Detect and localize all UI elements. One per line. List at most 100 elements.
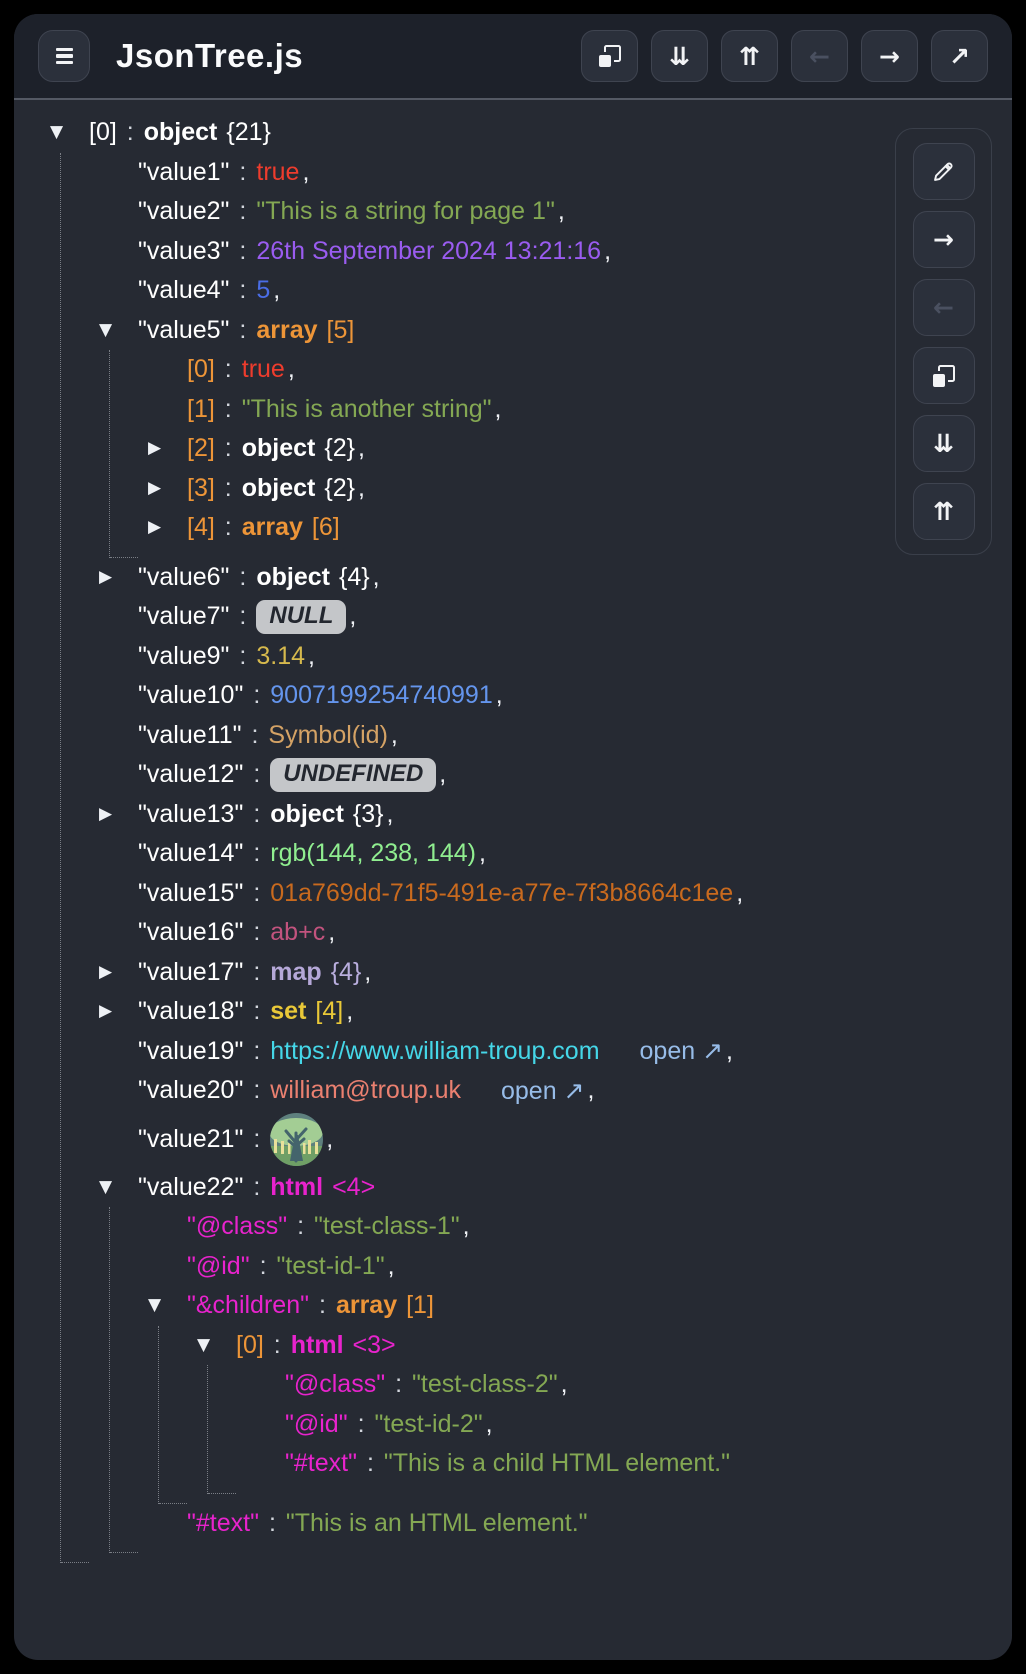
open-in-new-button[interactable]: ↗ <box>931 30 988 82</box>
comma-separator: , <box>364 958 371 987</box>
tree-value: [5] <box>327 316 355 345</box>
collapse-toggle-icon[interactable]: ▼ <box>197 1337 210 1354</box>
tree-node: "value16":ab+c, <box>99 913 1012 953</box>
tree-value: {4} <box>339 563 370 592</box>
forest-image-thumbnail[interactable] <box>270 1113 323 1166</box>
expand-toggle-icon[interactable]: ▶ <box>99 806 112 823</box>
comma-separator: , <box>479 839 486 868</box>
previous-page-button[interactable]: ← <box>913 279 975 336</box>
colon-separator: : <box>319 1291 326 1320</box>
open-email-link[interactable]: open ↗ <box>501 1076 585 1106</box>
tree-key: "value2" <box>138 197 229 226</box>
tree-row: ▶"value17":map{4}, <box>99 953 1012 993</box>
copy-button[interactable] <box>913 347 975 404</box>
collapse-all-button[interactable]: ⇊ <box>651 30 708 82</box>
tree-key: "value6" <box>138 563 229 592</box>
comma-separator: , <box>495 395 502 424</box>
tree-value: [1] <box>406 1291 434 1320</box>
tree-value: {2} <box>324 474 355 503</box>
back-button[interactable]: ← <box>791 30 848 82</box>
collapse-all-button[interactable]: ⇊ <box>913 415 975 472</box>
tree-value: 5 <box>256 276 270 305</box>
toggle-slot: ▼ <box>148 1297 187 1314</box>
tree-value: NULL <box>256 600 346 634</box>
app-window: JsonTree.js ⇊⇈←→↗ ▼[0]:object{21}"value1… <box>14 14 1012 1660</box>
tree-node: ▼[0]:object{21}"value1":true,"value2":"T… <box>50 113 1012 1563</box>
comma-separator: , <box>358 474 365 503</box>
tree-key: [0] <box>187 355 215 384</box>
expand-toggle-icon[interactable]: ▶ <box>99 964 112 981</box>
pencil-icon <box>930 158 957 185</box>
tree-key: [3] <box>187 474 215 503</box>
colon-separator: : <box>395 1370 402 1399</box>
tree-row: "@class":"test-class-1", <box>148 1207 1012 1247</box>
tree-row: "@id":"test-id-1", <box>148 1247 1012 1287</box>
tree-node: "value1":true, <box>99 153 1012 193</box>
tree-value: object <box>242 434 316 463</box>
tree-key: "value22" <box>138 1173 243 1202</box>
tree-children: "value1":true,"value2":"This is a string… <box>60 153 1012 1564</box>
tree-row: "value20":william@troup.ukopen ↗, <box>99 1071 1012 1111</box>
collapse-toggle-icon[interactable]: ▼ <box>99 322 112 339</box>
menu-button[interactable] <box>38 30 90 82</box>
tree-key: "@class" <box>187 1212 287 1241</box>
tree-row: "value21":, <box>99 1111 1012 1168</box>
tree-value: "This is an HTML element." <box>286 1509 588 1538</box>
expand-all-button[interactable]: ⇈ <box>721 30 778 82</box>
tree-key: "value3" <box>138 237 229 266</box>
tree-children: "@class":"test-class-2","@id":"test-id-2… <box>207 1365 1012 1494</box>
tree-key: "value5" <box>138 316 229 345</box>
expand-toggle-icon[interactable]: ▶ <box>148 440 161 457</box>
tree-value: {4} <box>331 958 362 987</box>
tree-value: array <box>336 1291 397 1320</box>
collapse-toggle-icon[interactable]: ▼ <box>99 1179 112 1196</box>
tree-key: [0] <box>89 118 117 147</box>
expand-toggle-icon[interactable]: ▶ <box>148 519 161 536</box>
colon-separator: : <box>253 800 260 829</box>
edit-button[interactable] <box>913 143 975 200</box>
tree-key: "value13" <box>138 800 243 829</box>
tree-node: "#text":"This is an HTML element." <box>148 1504 1012 1544</box>
comma-separator: , <box>486 1410 493 1439</box>
expand-toggle-icon[interactable]: ▶ <box>99 569 112 586</box>
tree-key: "value4" <box>138 276 229 305</box>
colon-separator: : <box>225 434 232 463</box>
tree-node: "value11":Symbol(id), <box>99 716 1012 756</box>
tree-value: william@troup.uk <box>270 1076 461 1105</box>
tree-node: ▶"value18":set[4], <box>99 992 1012 1032</box>
copy-icon <box>599 45 621 67</box>
toggle-slot: ▼ <box>197 1337 236 1354</box>
colon-separator: : <box>253 997 260 1026</box>
expand-all-button[interactable]: ⇈ <box>913 483 975 540</box>
tree-key: "@class" <box>285 1370 385 1399</box>
colon-separator: : <box>253 760 260 789</box>
toggle-slot: ▼ <box>99 322 138 339</box>
colon-separator: : <box>253 839 260 868</box>
tree-node: ▼[0]:html<3>"@class":"test-class-2","@id… <box>197 1326 1012 1494</box>
tree-key: "value16" <box>138 918 243 947</box>
tree-node: "value15":01a769dd-71f5-491e-a77e-7f3b86… <box>99 874 1012 914</box>
comma-separator: , <box>328 918 335 947</box>
comma-separator: , <box>288 355 295 384</box>
tree-node: "@id":"test-id-1", <box>148 1247 1012 1287</box>
expand-toggle-icon[interactable]: ▶ <box>99 1003 112 1020</box>
collapse-toggle-icon[interactable]: ▼ <box>148 1297 161 1314</box>
tree-value: true <box>256 158 299 187</box>
tree-key: "#text" <box>187 1509 259 1538</box>
tree-key: "value1" <box>138 158 229 187</box>
expand-toggle-icon[interactable]: ▶ <box>148 480 161 497</box>
tree-node: ▶[3]:object{2}, <box>148 469 1012 509</box>
forward-button[interactable]: → <box>861 30 918 82</box>
toggle-slot: ▶ <box>99 569 138 586</box>
collapse-toggle-icon[interactable]: ▼ <box>50 124 63 141</box>
tree-node: ▶"value13":object{3}, <box>99 795 1012 835</box>
app-title: JsonTree.js <box>116 37 303 75</box>
tree-value: [6] <box>312 513 340 542</box>
tree-node: "value21":, <box>99 1111 1012 1168</box>
open-url-link[interactable]: open ↗ <box>640 1036 724 1066</box>
copy-button[interactable] <box>581 30 638 82</box>
next-page-button[interactable]: → <box>913 211 975 268</box>
tree-value: map <box>270 958 321 987</box>
tree-value: object <box>270 800 344 829</box>
tree-row: "value10":9007199254740991, <box>99 676 1012 716</box>
